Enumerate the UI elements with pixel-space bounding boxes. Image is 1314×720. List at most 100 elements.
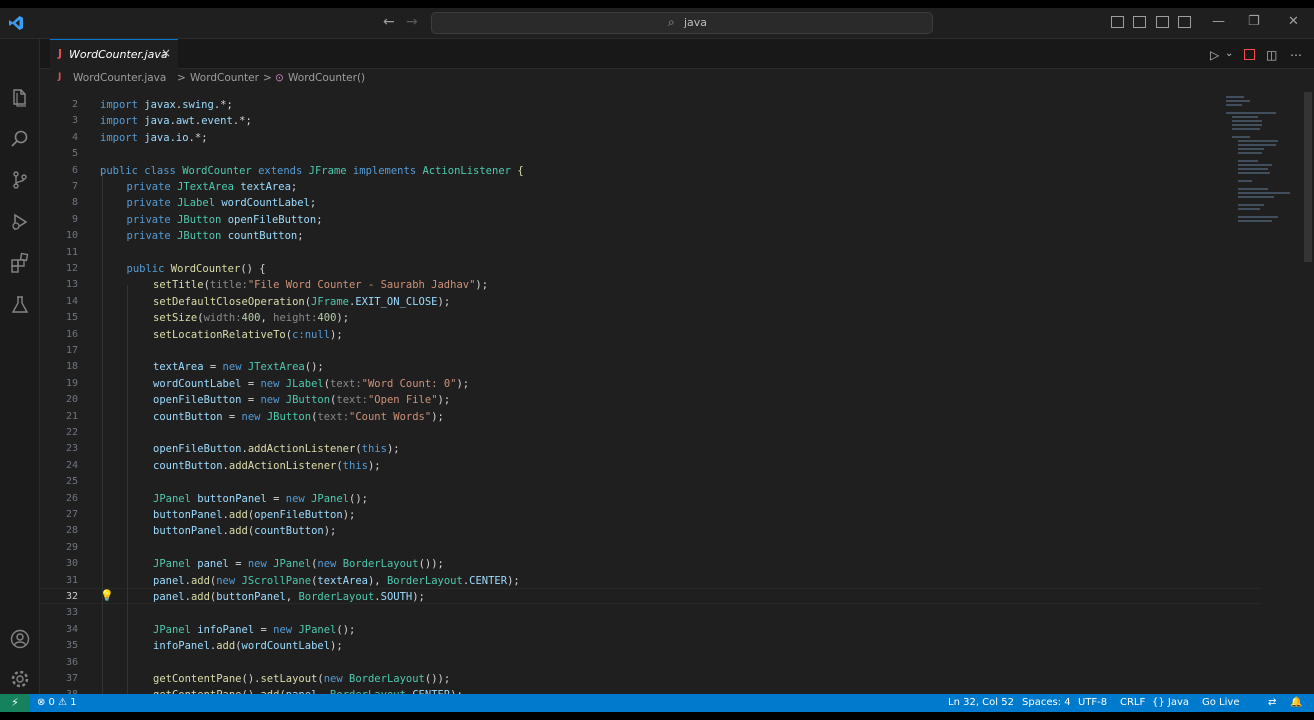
toggle-secondary-sidebar-icon[interactable]	[1156, 16, 1169, 28]
line-number: 20	[65, 394, 78, 406]
cursor-position[interactable]: Ln 32, Col 52	[948, 697, 1014, 708]
notifications-bell-icon[interactable]: 🔔	[1290, 697, 1302, 708]
extensions-icon[interactable]	[9, 252, 31, 274]
toggle-sidebar-icon[interactable]	[1111, 16, 1124, 28]
command-center-search[interactable]: ⌕ java	[431, 12, 933, 34]
encoding-setting[interactable]: UTF-8	[1078, 697, 1107, 708]
toggle-panel-icon[interactable]	[1133, 16, 1146, 28]
run-dropdown-icon[interactable]: ⌄	[1225, 48, 1233, 59]
line-number: 29	[65, 541, 78, 553]
code-line[interactable]: public class WordCounter extends JFrame …	[100, 165, 524, 181]
line-number: 28	[65, 525, 78, 537]
line-number: 32	[65, 591, 78, 602]
account-icon[interactable]	[9, 628, 31, 650]
vertical-scrollbar[interactable]	[1302, 90, 1314, 694]
code-line[interactable]: private JButton countButton;	[127, 230, 304, 246]
nav-forward-icon[interactable]: →	[406, 14, 418, 30]
status-bar: ⚡ ⊗ 0 ⚠ 1 Ln 32, Col 52 Spaces: 4 UTF-8 …	[0, 694, 1314, 712]
code-line[interactable]: JPanel panel = new JPanel(new BorderLayo…	[153, 558, 444, 574]
code-line[interactable]: openFileButton = new JButton(text:"Open …	[153, 394, 450, 410]
search-sidebar-icon[interactable]	[9, 128, 31, 150]
code-line[interactable]: setDefaultCloseOperation(JFrame.EXIT_ON_…	[153, 296, 450, 312]
feedback-icon[interactable]: ⇄	[1268, 697, 1276, 708]
language-mode[interactable]: {} Java	[1152, 697, 1189, 708]
line-number: 7	[71, 181, 78, 192]
code-lines[interactable]: import javax.swing.*; import java.awt.eve…	[100, 90, 1260, 694]
line-number: 5	[71, 148, 78, 160]
line-number: 37	[65, 673, 78, 684]
indent-guide	[102, 172, 103, 694]
line-number: 30	[65, 558, 78, 570]
breadcrumb-separator: >	[263, 72, 272, 84]
line-number: 21	[65, 410, 78, 422]
code-line[interactable]: JPanel buttonPanel = new JPanel();	[153, 493, 368, 509]
line-number: 6	[71, 164, 78, 176]
run-java-icon[interactable]: ▷	[1210, 48, 1219, 62]
tab-close-icon[interactable]: ×	[161, 46, 171, 60]
testing-icon[interactable]	[9, 294, 31, 316]
code-line[interactable]: public WordCounter() {	[127, 263, 266, 279]
code-line[interactable]: countButton.addActionListener(this);	[153, 460, 381, 476]
code-line[interactable]: import javax.swing.*;	[100, 99, 233, 115]
line-number: 33	[65, 607, 78, 619]
eol-setting[interactable]: CRLF	[1120, 697, 1145, 708]
code-line[interactable]: panel.add(new JScrollPane(textArea), Bor…	[153, 575, 520, 591]
search-icon: ⌕	[668, 15, 675, 29]
code-editor[interactable]: 2 3 4 5 6 7 8 9 10 11 12 13 14 15 16 17 18 19 20 21 22 23 24 25…	[40, 90, 1314, 694]
split-editor-icon[interactable]: ◫	[1266, 48, 1277, 62]
activity-bar	[0, 39, 40, 694]
more-actions-icon[interactable]: ⋯	[1290, 48, 1302, 62]
code-line[interactable]: wordCountLabel = new JLabel(text:"Word C…	[153, 378, 469, 394]
code-line[interactable]: private JButton openFileButton;	[127, 214, 323, 230]
line-number: 12	[65, 263, 78, 274]
customize-layout-icon[interactable]	[1178, 16, 1191, 28]
line-number: 36	[65, 656, 78, 668]
line-number: 25	[65, 476, 78, 488]
line-number: 18	[65, 361, 78, 373]
line-number: 31	[65, 574, 78, 586]
line-number: 35	[65, 640, 78, 652]
go-live-button[interactable]: Go Live	[1202, 697, 1239, 708]
indentation-setting[interactable]: Spaces: 4	[1022, 697, 1071, 708]
window-close-icon[interactable]: ✕	[1288, 14, 1299, 29]
code-line[interactable]: panel.add(buttonPanel, BorderLayout.SOUT…	[153, 591, 425, 607]
code-line[interactable]: setSize(width:400, height:400);	[153, 312, 349, 328]
code-line[interactable]: countButton = new JButton(text:"Count Wo…	[153, 411, 444, 427]
breadcrumb-class[interactable]: WordCounter	[190, 72, 259, 84]
code-line[interactable]: setLocationRelativeTo(c:null);	[153, 329, 343, 345]
code-line[interactable]: setTitle(title:"File Word Counter - Saur…	[153, 279, 488, 295]
settings-gear-icon[interactable]	[9, 668, 31, 690]
code-line[interactable]: private JTextArea textArea;	[127, 181, 298, 197]
stop-icon[interactable]	[1244, 49, 1255, 60]
minimap[interactable]	[1226, 90, 1296, 240]
code-line[interactable]: textArea = new JTextArea();	[153, 361, 324, 377]
remote-indicator-icon[interactable]: ⚡	[0, 694, 30, 712]
tab-wordcounter-java[interactable]: J WordCounter.java ×	[50, 39, 178, 69]
code-line[interactable]: JPanel infoPanel = new JPanel();	[153, 624, 355, 640]
restore-icon[interactable]: ❐	[1248, 14, 1260, 29]
code-line[interactable]: import java.awt.event.*;	[100, 115, 252, 131]
line-number: 8	[71, 197, 78, 209]
line-number: 17	[65, 345, 78, 356]
code-line[interactable]: buttonPanel.add(countButton);	[153, 525, 336, 541]
code-line[interactable]: openFileButton.addActionListener(this);	[153, 443, 400, 459]
breadcrumb-method[interactable]: WordCounter()	[288, 72, 365, 84]
tab-label: WordCounter.java	[69, 48, 168, 61]
code-line[interactable]: getContentPane().setLayout(new BorderLay…	[153, 673, 450, 689]
line-number: 26	[65, 492, 78, 504]
source-control-icon[interactable]	[9, 169, 31, 191]
problems-indicator[interactable]: ⊗ 0 ⚠ 1	[37, 697, 77, 708]
minimize-icon[interactable]: —	[1212, 14, 1225, 29]
search-label: java	[684, 16, 708, 29]
code-line[interactable]: import java.io.*;	[100, 132, 208, 148]
nav-back-icon[interactable]: ←	[383, 14, 395, 30]
code-line[interactable]: infoPanel.add(wordCountLabel);	[153, 640, 343, 656]
scrollbar-thumb[interactable]	[1304, 92, 1312, 262]
code-line[interactable]: buttonPanel.add(openFileButton);	[153, 509, 355, 525]
run-debug-icon[interactable]	[9, 211, 31, 233]
code-line[interactable]: private JLabel wordCountLabel;	[127, 197, 317, 213]
line-number: 19	[65, 377, 78, 389]
title-bar: ← → ⌕ java — ❐ ✕	[0, 8, 1314, 39]
explorer-icon[interactable]	[9, 87, 31, 109]
breadcrumb-file[interactable]: WordCounter.java	[73, 72, 166, 84]
